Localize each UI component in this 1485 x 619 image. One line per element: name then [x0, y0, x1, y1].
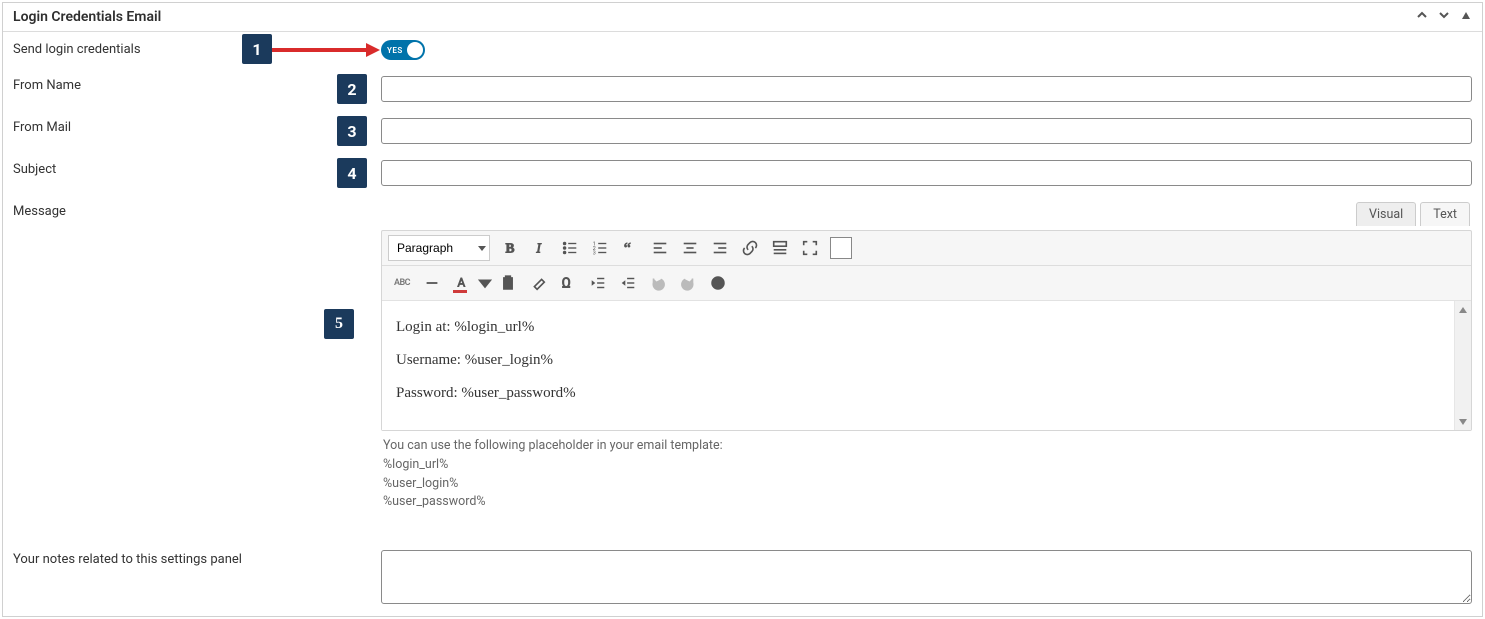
- hint-placeholder: %user_password%: [383, 493, 1470, 512]
- svg-text:“: “: [624, 239, 631, 257]
- row-from-mail: From Mail 3: [3, 110, 1482, 152]
- row-subject: Subject 4: [3, 152, 1482, 194]
- format-select[interactable]: Paragraph: [388, 235, 490, 261]
- annotation-marker-3: 3: [337, 116, 367, 146]
- label-message: Message: [13, 202, 381, 219]
- toggle-panel-icon[interactable]: [1460, 9, 1472, 25]
- subject-input[interactable]: [381, 160, 1472, 186]
- label-subject: Subject: [13, 160, 381, 177]
- outdent-button[interactable]: [584, 270, 612, 296]
- toggle-knob: [407, 42, 423, 58]
- row-message: Message Visual Text Paragraph B I 123: [3, 194, 1482, 520]
- hint-placeholder: %login_url%: [383, 456, 1470, 475]
- undo-button[interactable]: [644, 270, 672, 296]
- annotation-marker-5: 5: [324, 309, 354, 339]
- annotation-marker-1: 1: [242, 34, 272, 64]
- clear-formatting-button[interactable]: [524, 270, 552, 296]
- editor-line: Username: %user_login%: [396, 352, 1457, 369]
- collapse-down-icon[interactable]: [1438, 9, 1450, 25]
- toolbar-toggle-button[interactable]: [766, 235, 794, 261]
- blockquote-button[interactable]: “: [616, 235, 644, 261]
- help-button[interactable]: ?: [704, 270, 732, 296]
- svg-text:I: I: [535, 241, 542, 256]
- panel-title: Login Credentials Email: [13, 9, 1416, 25]
- wysiwyg-editor: Paragraph B I 123 “: [381, 230, 1472, 431]
- panel-controls: [1416, 9, 1472, 25]
- svg-text:Ω: Ω: [562, 276, 571, 292]
- color-swatch[interactable]: [830, 237, 852, 259]
- paste-text-button[interactable]: [494, 270, 522, 296]
- special-char-button[interactable]: Ω: [554, 270, 582, 296]
- italic-button[interactable]: I: [526, 235, 554, 261]
- editor-tab-text[interactable]: Text: [1420, 202, 1470, 226]
- svg-text:?: ?: [716, 279, 721, 290]
- hint-intro: You can use the following placeholder in…: [383, 437, 1470, 456]
- annotation-marker-2: 2: [337, 74, 367, 104]
- editor-line: Password: %user_password%: [396, 385, 1457, 402]
- settings-panel: Login Credentials Email Send login crede…: [2, 2, 1483, 617]
- row-send-credentials: Send login credentials 1 YES: [3, 32, 1482, 68]
- redo-button[interactable]: [674, 270, 702, 296]
- label-notes: Your notes related to this settings pane…: [13, 550, 381, 567]
- collapse-up-icon[interactable]: [1416, 9, 1428, 25]
- svg-text:3: 3: [593, 250, 596, 256]
- bold-button[interactable]: B: [496, 235, 524, 261]
- svg-text:B: B: [506, 241, 515, 256]
- fullscreen-button[interactable]: [796, 235, 824, 261]
- panel-header: Login Credentials Email: [3, 3, 1482, 32]
- editor-toolbar-primary: Paragraph B I 123 “: [382, 231, 1471, 266]
- label-from-mail: From Mail: [13, 118, 381, 135]
- toggle-state-label: YES: [381, 46, 403, 55]
- editor-toolbar-secondary: ABC A Ω ?: [382, 266, 1471, 301]
- align-left-button[interactable]: [646, 235, 674, 261]
- editor-tabs: Visual Text: [381, 202, 1472, 230]
- notes-textarea[interactable]: [381, 550, 1472, 604]
- hint-placeholder: %user_login%: [383, 475, 1470, 494]
- text-color-button[interactable]: A: [448, 270, 476, 296]
- text-color-dropdown-icon[interactable]: [478, 270, 492, 296]
- numbered-list-button[interactable]: 123: [586, 235, 614, 261]
- annotation-arrow-head: [366, 43, 380, 57]
- placeholder-hints: You can use the following placeholder in…: [381, 431, 1472, 512]
- align-right-button[interactable]: [706, 235, 734, 261]
- editor-scrollbar[interactable]: [1454, 301, 1471, 430]
- row-from-name: From Name 2: [3, 68, 1482, 110]
- editor-content[interactable]: 5 Login at: %login_url% Username: %user_…: [382, 301, 1471, 430]
- annotation-marker-4: 4: [337, 158, 367, 188]
- link-button[interactable]: [736, 235, 764, 261]
- indent-button[interactable]: [614, 270, 642, 296]
- bullet-list-button[interactable]: [556, 235, 584, 261]
- align-center-button[interactable]: [676, 235, 704, 261]
- editor-line: Login at: %login_url%: [396, 319, 1457, 336]
- from-name-input[interactable]: [381, 76, 1472, 102]
- annotation-arrow: [272, 48, 367, 52]
- scroll-down-icon[interactable]: [1455, 413, 1472, 430]
- editor-tab-visual[interactable]: Visual: [1356, 202, 1416, 226]
- format-select-wrap[interactable]: Paragraph: [388, 235, 494, 261]
- scroll-up-icon[interactable]: [1455, 301, 1472, 318]
- send-credentials-toggle[interactable]: YES: [381, 40, 425, 60]
- label-from-name: From Name: [13, 76, 381, 93]
- strikethrough-button[interactable]: ABC: [388, 270, 416, 296]
- horizontal-rule-button[interactable]: [418, 270, 446, 296]
- svg-text:A: A: [458, 276, 466, 290]
- row-notes: Your notes related to this settings pane…: [3, 520, 1482, 616]
- from-mail-input[interactable]: [381, 118, 1472, 144]
